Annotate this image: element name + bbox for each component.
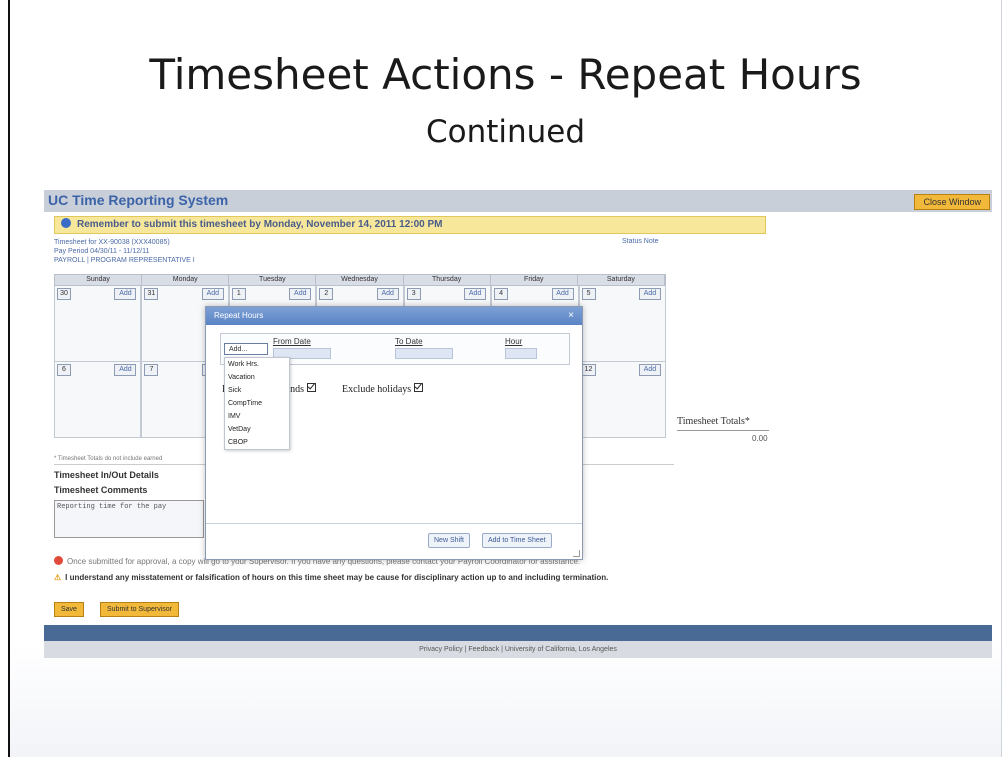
day-header: Monday: [142, 275, 230, 285]
timesheet-for: Timesheet for XX-90038 (XXX40085): [54, 239, 170, 246]
add-button[interactable]: Add: [114, 288, 137, 300]
add-button[interactable]: Add: [114, 364, 137, 376]
to-date-input[interactable]: [395, 348, 453, 359]
exclude-weekends-checkbox[interactable]: [307, 383, 317, 392]
day-number: 6: [57, 364, 71, 376]
slide: Timesheet Actions - Repeat Hours Continu…: [8, 0, 1002, 757]
day-cell: 30 Add: [54, 286, 142, 362]
day-headers: Sunday Monday Tuesday Wednesday Thursday…: [54, 274, 666, 286]
timesheet-info: Timesheet for XX-90038 (XXX40085) Pay Pe…: [54, 238, 195, 265]
add-to-time-sheet-button[interactable]: Add to Time Sheet: [482, 533, 552, 548]
exclude-weekends-label-end: nds: [290, 384, 305, 395]
dropdown-option[interactable]: VetDay: [225, 423, 289, 436]
day-cell: 6 Add: [54, 362, 142, 438]
save-button[interactable]: Save: [54, 602, 84, 617]
slide-title: Timesheet Actions - Repeat Hours: [149, 50, 862, 99]
payroll-title: PAYROLL | PROGRAM REPRESENTATIVE I: [54, 257, 195, 264]
dialog-title: Repeat Hours: [214, 311, 264, 320]
day-header: Friday: [491, 275, 578, 285]
reminder-banner: Remember to submit this timesheet by Mon…: [54, 216, 766, 234]
resize-handle-icon[interactable]: [573, 550, 580, 557]
timesheet-totals-value: 0.00: [752, 434, 768, 443]
dropdown-option[interactable]: Sick: [225, 384, 289, 397]
day-header: Sunday: [55, 275, 143, 285]
day-number: 7: [144, 364, 159, 376]
close-icon[interactable]: ×: [568, 307, 574, 325]
day-number: 4: [494, 288, 509, 300]
day-header: Tuesday: [229, 275, 317, 285]
day-number: 1: [231, 288, 246, 300]
day-header: Thursday: [404, 275, 491, 285]
day-header: Saturday: [578, 275, 665, 285]
day-cell: 5 Add: [578, 286, 666, 362]
time-code-dropdown: Work Hrs. Vacation Sick CompTime IMV Vet…: [224, 357, 290, 450]
add-button[interactable]: Add: [464, 288, 487, 300]
exclude-holidays-label: Exclude holidays: [342, 384, 412, 395]
day-number: 3: [406, 288, 421, 300]
totals-footnote: * Timesheet Totals do not include earned: [54, 456, 163, 462]
reminder-text: Remember to submit this timesheet by Mon…: [77, 219, 443, 230]
add-button[interactable]: Add: [638, 364, 661, 376]
in-out-details-heading[interactable]: Timesheet In/Out Details: [54, 470, 159, 480]
to-date-label: To Date: [395, 337, 423, 346]
disclaimer-text: I understand any misstatement or falsifi…: [65, 573, 609, 582]
exclude-holidays-option[interactable]: Exclude holidays: [342, 383, 424, 395]
hour-label: Hour: [505, 337, 523, 346]
exclude-holidays-checkbox[interactable]: [414, 383, 424, 392]
close-window-button[interactable]: Close Window: [914, 194, 990, 210]
add-button[interactable]: Add: [289, 288, 312, 300]
dropdown-option[interactable]: IMV: [225, 410, 289, 423]
pay-period: Pay Period 04/30/11 - 11/12/11: [54, 248, 150, 255]
footer-links[interactable]: Privacy Policy | Feedback | University o…: [44, 641, 992, 658]
divider: [677, 430, 769, 431]
divider: [206, 523, 582, 524]
slide-subtitle: Continued: [425, 114, 586, 150]
day-number: 31: [144, 288, 159, 300]
info-icon: [61, 218, 71, 228]
footer-bar: [44, 625, 992, 641]
add-button[interactable]: Add: [638, 288, 661, 300]
add-button[interactable]: Add: [201, 288, 224, 300]
hour-input[interactable]: [505, 348, 537, 359]
warning-icon: ⚠: [54, 573, 62, 582]
dropdown-option[interactable]: CompTime: [225, 397, 289, 410]
time-code-select[interactable]: Add...: [224, 343, 268, 355]
error-icon: [54, 556, 63, 565]
dropdown-option[interactable]: CBOP: [225, 436, 289, 449]
disclaimer-message: ⚠ I understand any misstatement or falsif…: [54, 573, 608, 582]
add-button[interactable]: Add: [376, 288, 399, 300]
day-cell: 12 Add: [578, 362, 666, 438]
timesheet-totals-label: Timesheet Totals*: [677, 416, 750, 427]
add-button[interactable]: Add: [551, 288, 574, 300]
day-header: Wednesday: [316, 275, 404, 285]
day-number: 30: [57, 288, 71, 300]
comments-textarea[interactable]: Reporting time for the pay: [54, 500, 204, 538]
app-header: UC Time Reporting System Close Window: [44, 190, 992, 212]
from-date-label: From Date: [273, 337, 311, 346]
day-number: 12: [581, 364, 596, 376]
day-number: 5: [581, 288, 596, 300]
submit-to-supervisor-button[interactable]: Submit to Supervisor: [100, 602, 179, 617]
dropdown-option[interactable]: Work Hrs.: [225, 358, 289, 371]
new-shift-button[interactable]: New Shift: [428, 533, 470, 548]
dropdown-option[interactable]: Vacation: [225, 371, 289, 384]
status-note-link[interactable]: Status Note: [622, 238, 659, 245]
comments-label: Timesheet Comments: [54, 485, 148, 495]
day-number: 2: [319, 288, 334, 300]
repeat-hours-dialog: Repeat Hours × From Date To Date Hour Ad…: [205, 306, 583, 560]
app-title: UC Time Reporting System: [48, 192, 229, 208]
dialog-header: Repeat Hours ×: [206, 307, 582, 325]
